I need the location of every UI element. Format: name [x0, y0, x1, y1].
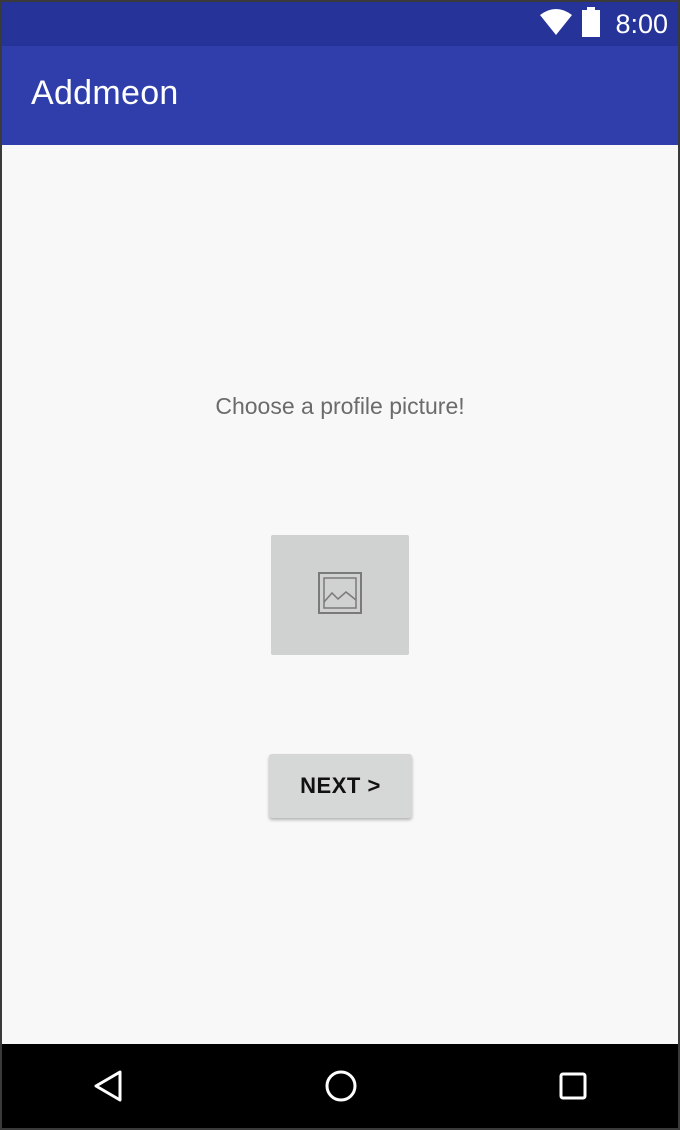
status-time: 8:00	[615, 9, 668, 39]
recents-icon[interactable]	[553, 1066, 593, 1106]
phone-screen: 8:00 Addmeon Choose a profile picture! N…	[0, 0, 680, 1130]
main-content: Choose a profile picture! NEXT >	[2, 145, 678, 1044]
status-bar: 8:00	[2, 2, 678, 46]
image-placeholder-icon	[318, 572, 362, 618]
home-icon[interactable]	[321, 1066, 361, 1106]
battery-icon	[581, 7, 601, 41]
next-button[interactable]: NEXT >	[269, 754, 412, 818]
wifi-icon	[539, 8, 573, 40]
app-bar: Addmeon	[2, 46, 678, 145]
profile-picture-prompt: Choose a profile picture!	[215, 393, 465, 419]
app-title: Addmeon	[31, 74, 179, 112]
back-icon[interactable]	[88, 1066, 128, 1106]
navigation-bar	[2, 1044, 678, 1128]
profile-image-picker[interactable]	[271, 535, 409, 655]
